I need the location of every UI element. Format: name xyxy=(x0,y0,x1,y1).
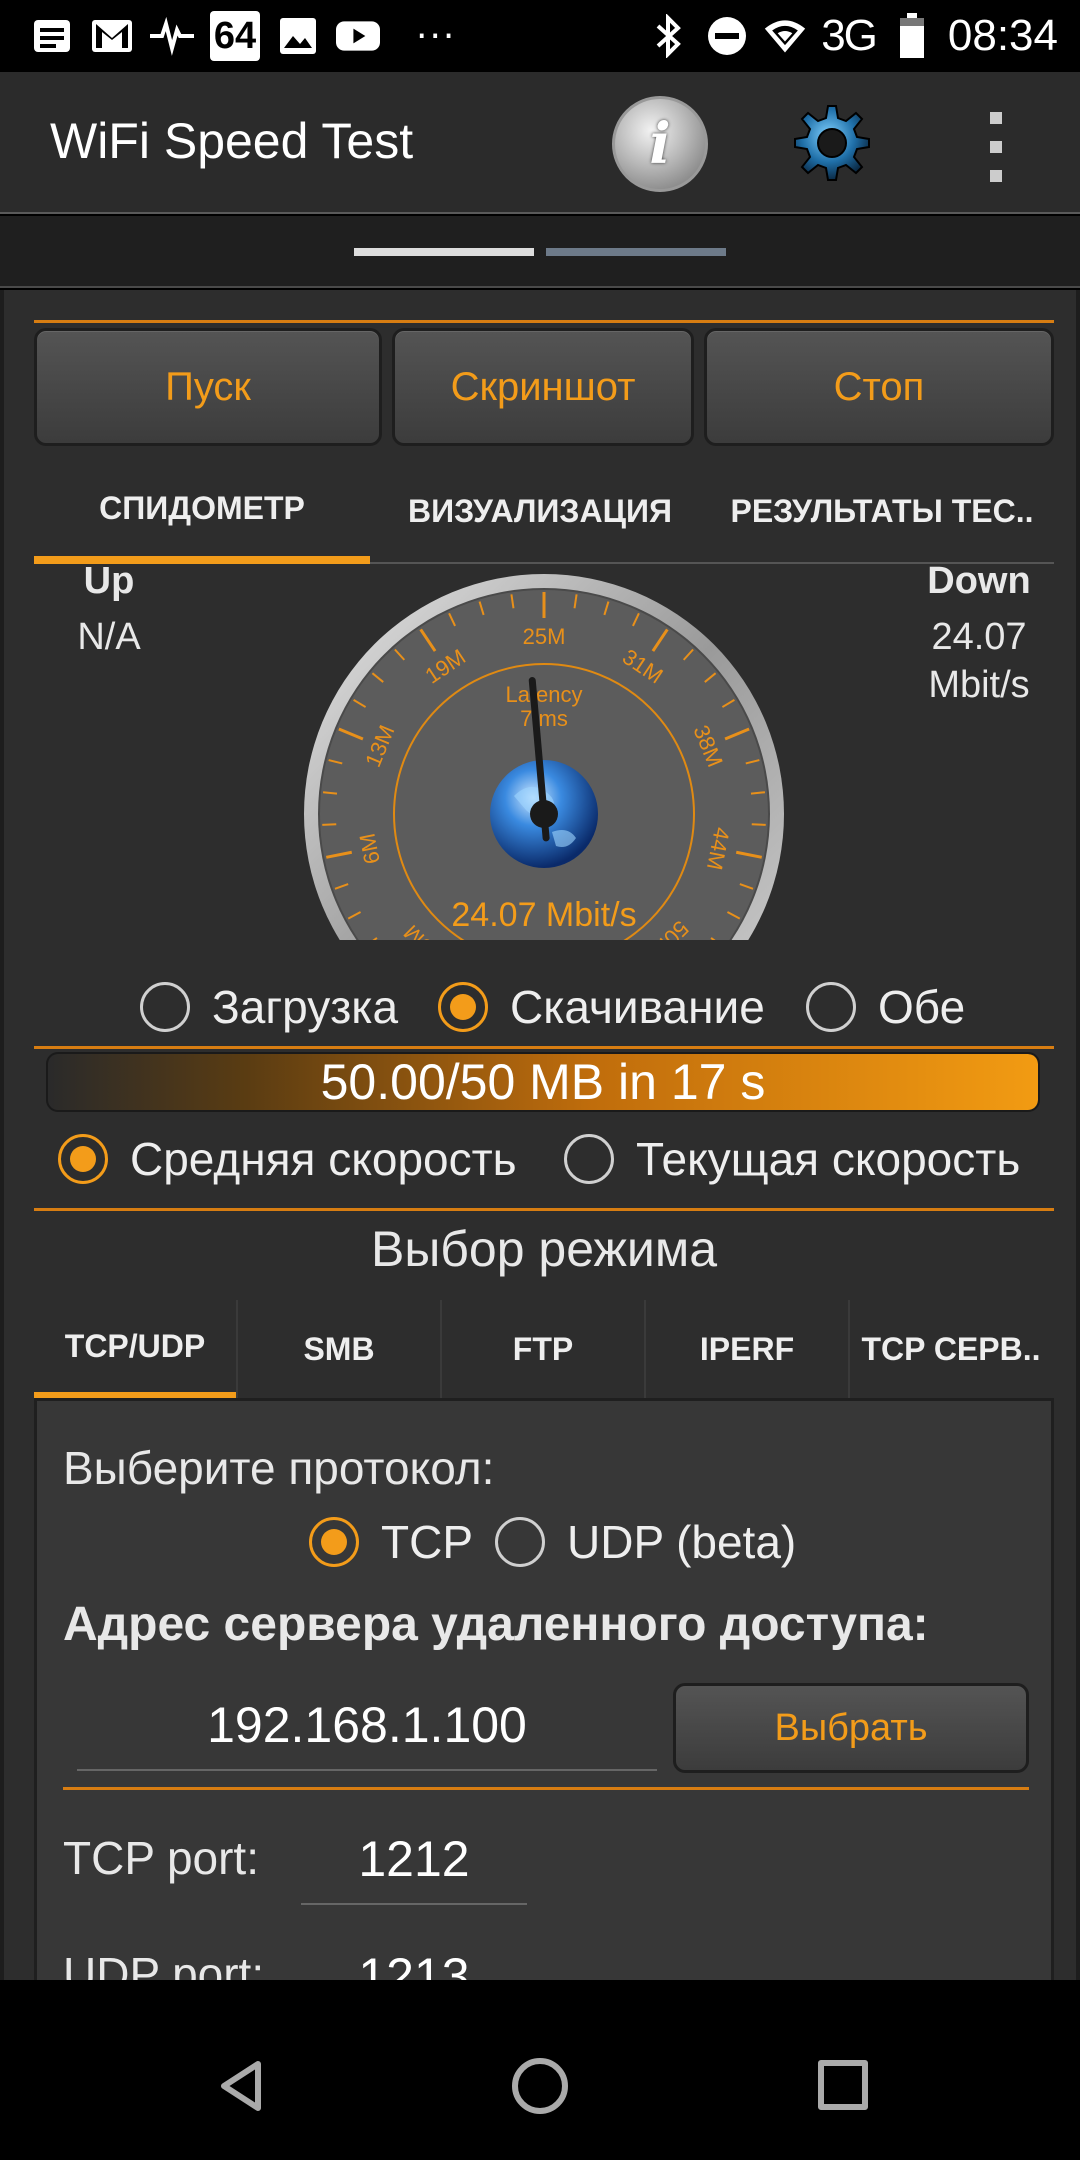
tab-speedometer[interactable]: СПИДОМЕТР xyxy=(34,460,370,564)
divider xyxy=(63,1787,1029,1790)
upload-stat: Up N/A xyxy=(44,560,174,661)
badge-64-icon: 64 xyxy=(210,11,260,61)
divider xyxy=(34,320,1054,323)
status-bar: 64 ··· 3G 08:34 xyxy=(0,0,1080,72)
main-tabs: СПИДОМЕТР ВИЗУАЛИЗАЦИЯ РЕЗУЛЬТАТЫ ТЕС.. xyxy=(34,460,1054,564)
screenshot-button[interactable]: Скриншот xyxy=(392,328,694,446)
notes-icon xyxy=(30,14,74,58)
server-address-input[interactable]: 192.168.1.100 xyxy=(77,1681,657,1771)
stop-button[interactable]: Стоп xyxy=(704,328,1054,446)
overflow-menu-icon[interactable] xyxy=(984,112,1008,182)
download-stat: Down 24.07 Mbit/s xyxy=(884,560,1074,709)
tab-results[interactable]: РЕЗУЛЬТАТЫ ТЕС.. xyxy=(710,460,1054,564)
gauge-minor-tick xyxy=(750,791,766,795)
radio-udp[interactable] xyxy=(495,1517,545,1567)
upload-value: N/A xyxy=(77,616,141,658)
protocol-tcp[interactable]: TCP xyxy=(309,1515,473,1569)
udp-port-label: UDP port: xyxy=(63,1948,265,1980)
progress-text: 50.00/50 MB in 17 s xyxy=(320,1054,766,1110)
image-icon xyxy=(276,14,320,58)
download-unit: Mbit/s xyxy=(928,664,1030,706)
divider xyxy=(34,1046,1054,1049)
upload-label: Up xyxy=(83,560,135,602)
radio-current-speed[interactable] xyxy=(564,1134,614,1184)
info-icon: i xyxy=(649,111,671,177)
udp-port-input[interactable]: 1213 xyxy=(301,1931,527,1980)
radio-tcp[interactable] xyxy=(309,1517,359,1567)
gmail-icon xyxy=(90,14,134,58)
tab-smb[interactable]: SMB xyxy=(238,1300,440,1400)
gauge-reading: 24.07 Mbit/s xyxy=(451,896,636,934)
divider xyxy=(34,1208,1054,1211)
network-type: 3G xyxy=(821,11,878,60)
direction-both[interactable]: Обе xyxy=(806,980,965,1034)
wifi-icon xyxy=(763,14,807,58)
download-label: Down xyxy=(927,560,1031,602)
latency-value: 7 ms xyxy=(520,706,568,731)
tab-tcp-udp[interactable]: TCP/UDP xyxy=(34,1300,236,1400)
info-button[interactable]: i xyxy=(612,96,708,192)
speedometer-gauge: 0M 6M 13M 19M 25M 31M 38M 44M 50M Latency 7 ms 2… xyxy=(300,570,788,940)
tcp-udp-panel: Выберите протокол: TCP UDP (beta) Адрес … xyxy=(34,1398,1054,1980)
recent-apps-icon[interactable] xyxy=(818,2060,868,2110)
gauge-tick-label: 25M xyxy=(523,624,566,649)
youtube-icon xyxy=(336,14,380,58)
latency-label: Latency xyxy=(505,682,582,707)
mode-title: Выбор режима xyxy=(370,1221,718,1277)
battery-icon xyxy=(890,13,934,58)
more-notifications: ··· xyxy=(416,15,457,57)
download-value: 24.07 xyxy=(931,616,1027,658)
radio-download[interactable] xyxy=(438,982,488,1032)
dnd-icon xyxy=(705,14,749,58)
page-indicator-inactive[interactable] xyxy=(546,248,726,256)
tab-tcp-server[interactable]: TCP СЕРВ.. xyxy=(850,1300,1052,1400)
radio-upload[interactable] xyxy=(140,982,190,1032)
tcp-port-label: TCP port: xyxy=(63,1832,259,1884)
back-icon[interactable] xyxy=(214,2058,270,2114)
speed-average[interactable]: Средняя скорость xyxy=(58,1132,517,1186)
speed-current[interactable]: Текущая скорость xyxy=(564,1132,1020,1186)
server-address-label: Адрес сервера удаленного доступа: xyxy=(63,1598,929,1651)
radio-both[interactable] xyxy=(806,982,856,1032)
main-content: Пуск Скриншот Стоп СПИДОМЕТР ВИЗУАЛИЗАЦИ… xyxy=(0,290,1080,1980)
app-title: WiFi Speed Test xyxy=(50,113,414,169)
protocol-label: Выберите протокол: xyxy=(63,1442,495,1494)
pulse-icon xyxy=(150,14,194,58)
tab-iperf[interactable]: IPERF xyxy=(646,1300,848,1400)
direction-upload[interactable]: Загрузка xyxy=(140,980,398,1034)
direction-download[interactable]: Скачивание xyxy=(438,980,765,1034)
tcp-port-input[interactable]: 1212 xyxy=(301,1815,527,1905)
mode-tabs: TCP/UDP SMB FTP IPERF TCP СЕРВ.. xyxy=(34,1300,1054,1400)
progress-bar: 50.00/50 MB in 17 s xyxy=(46,1052,1040,1112)
start-button[interactable]: Пуск xyxy=(34,328,382,446)
page-indicator-active[interactable] xyxy=(354,248,534,256)
settings-gear-icon[interactable] xyxy=(780,98,876,194)
page-indicator xyxy=(0,216,1080,288)
tab-ftp[interactable]: FTP xyxy=(442,1300,644,1400)
choose-server-button[interactable]: Выбрать xyxy=(673,1683,1029,1773)
radio-average-speed[interactable] xyxy=(58,1134,108,1184)
navigation-bar xyxy=(0,2010,1080,2160)
protocol-udp[interactable]: UDP (beta) xyxy=(495,1515,796,1569)
tab-visualization[interactable]: ВИЗУАЛИЗАЦИЯ xyxy=(370,460,710,564)
gauge-minor-tick xyxy=(751,823,766,826)
gauge-minor-tick xyxy=(322,823,337,826)
clock: 08:34 xyxy=(947,11,1058,60)
app-toolbar: WiFi Speed Test i xyxy=(0,72,1080,214)
gauge-minor-tick xyxy=(322,791,338,795)
bluetooth-icon xyxy=(647,14,691,58)
home-icon[interactable] xyxy=(512,2058,568,2114)
